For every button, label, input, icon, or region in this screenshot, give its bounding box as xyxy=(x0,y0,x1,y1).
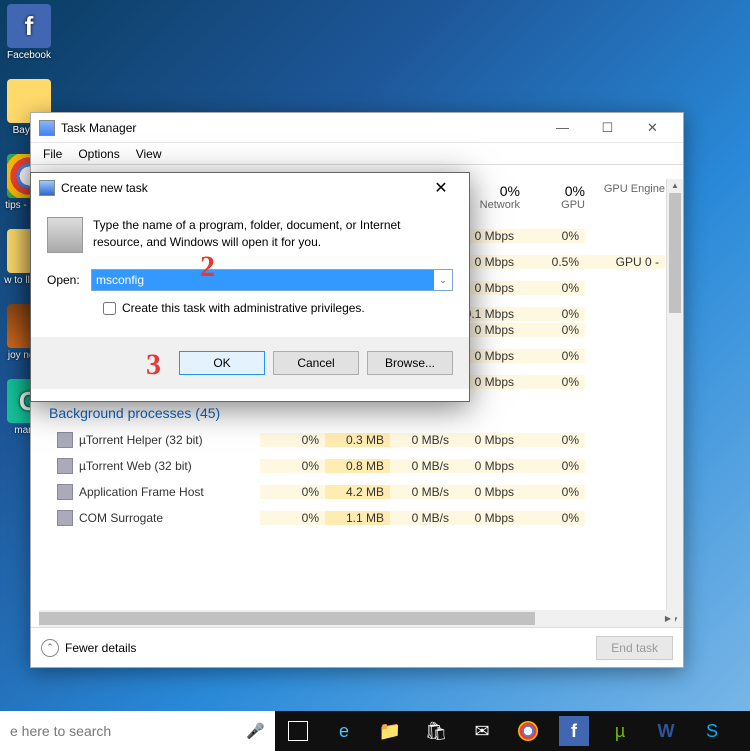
admin-label: Create this task with administrative pri… xyxy=(122,301,365,315)
run-prompt-icon xyxy=(47,217,83,253)
process-icon xyxy=(57,458,73,474)
end-task-button[interactable]: End task xyxy=(596,636,673,660)
annotation-3: 3 xyxy=(146,348,161,382)
microphone-icon[interactable]: 🎤 xyxy=(246,722,265,740)
table-row[interactable]: µTorrent Helper (32 bit) 0% 0.3 MB 0 MB/… xyxy=(39,427,665,453)
run-description: Type the name of a program, folder, docu… xyxy=(93,217,453,253)
fewer-details-toggle[interactable]: ⌃ Fewer details xyxy=(41,639,136,657)
chrome-taskbar-icon[interactable] xyxy=(505,711,551,751)
scrollbar-thumb[interactable] xyxy=(669,193,681,313)
table-row[interactable]: Application Frame Host 0% 4.2 MB 0 MB/s … xyxy=(39,479,665,505)
create-new-task-dialog: Create new task ✕ Type the name of a pro… xyxy=(30,172,470,402)
skype-icon[interactable]: S xyxy=(689,711,735,751)
minimize-button[interactable]: — xyxy=(540,114,585,142)
table-row[interactable]: µTorrent Web (32 bit) 0% 0.8 MB 0 MB/s 0… xyxy=(39,453,665,479)
process-icon xyxy=(57,510,73,526)
run-close-button[interactable]: ✕ xyxy=(421,174,461,202)
tm-titlebar[interactable]: Task Manager — ☐ ✕ xyxy=(31,113,683,143)
taskbar-search[interactable]: e here to search 🎤 xyxy=(0,711,275,751)
word-icon[interactable]: W xyxy=(643,711,689,751)
close-button[interactable]: ✕ xyxy=(630,114,675,142)
menu-options[interactable]: Options xyxy=(70,145,127,163)
taskbar: e here to search 🎤 e 📁 🛍 ✉ f µ W S xyxy=(0,711,750,751)
admin-checkbox[interactable] xyxy=(103,302,116,315)
process-icon xyxy=(57,432,73,448)
run-title-text: Create new task xyxy=(61,181,421,195)
file-explorer-icon[interactable]: 📁 xyxy=(367,711,413,751)
utorrent-taskbar-icon[interactable]: µ xyxy=(597,711,643,751)
chevron-down-icon[interactable]: ⌄ xyxy=(434,270,452,290)
tm-footer: ⌃ Fewer details End task xyxy=(31,627,683,667)
h-scrollbar-thumb[interactable] xyxy=(39,612,535,625)
desktop-icon[interactable]: fFacebook xyxy=(4,4,54,61)
chevron-up-icon: ⌃ xyxy=(41,639,59,657)
annotation-2: 2 xyxy=(200,250,215,284)
search-placeholder: e here to search xyxy=(10,723,111,739)
fewer-details-label: Fewer details xyxy=(65,641,136,655)
mail-icon[interactable]: ✉ xyxy=(459,711,505,751)
cancel-button[interactable]: Cancel xyxy=(273,351,359,375)
open-label: Open: xyxy=(47,273,91,287)
fb-icon: f xyxy=(7,4,51,48)
open-input[interactable] xyxy=(92,270,434,290)
edge-icon[interactable]: e xyxy=(321,711,367,751)
ok-button[interactable]: OK xyxy=(179,351,265,375)
facebook-taskbar-icon[interactable]: f xyxy=(559,716,589,746)
column-header[interactable]: 0%GPU xyxy=(520,183,585,211)
run-titlebar[interactable]: Create new task ✕ xyxy=(31,173,469,203)
vertical-scrollbar[interactable]: ▲ ▼ xyxy=(666,179,683,627)
tm-title: Task Manager xyxy=(61,121,540,135)
tm-menubar: File Options View xyxy=(31,143,683,165)
task-view-icon[interactable] xyxy=(275,711,321,751)
menu-file[interactable]: File xyxy=(35,145,70,163)
run-icon xyxy=(39,180,55,196)
table-row[interactable]: COM Surrogate 0% 1.1 MB 0 MB/s 0 Mbps 0% xyxy=(39,505,665,531)
maximize-button[interactable]: ☐ xyxy=(585,114,630,142)
task-manager-icon xyxy=(39,120,55,136)
browse-button[interactable]: Browse... xyxy=(367,351,453,375)
store-icon[interactable]: 🛍 xyxy=(413,711,459,751)
open-combobox[interactable]: ⌄ xyxy=(91,269,453,291)
column-header[interactable]: GPU Engine xyxy=(585,183,665,211)
process-icon xyxy=(57,484,73,500)
horizontal-scrollbar[interactable]: ◀ ▶ xyxy=(39,610,675,627)
menu-view[interactable]: View xyxy=(128,145,170,163)
